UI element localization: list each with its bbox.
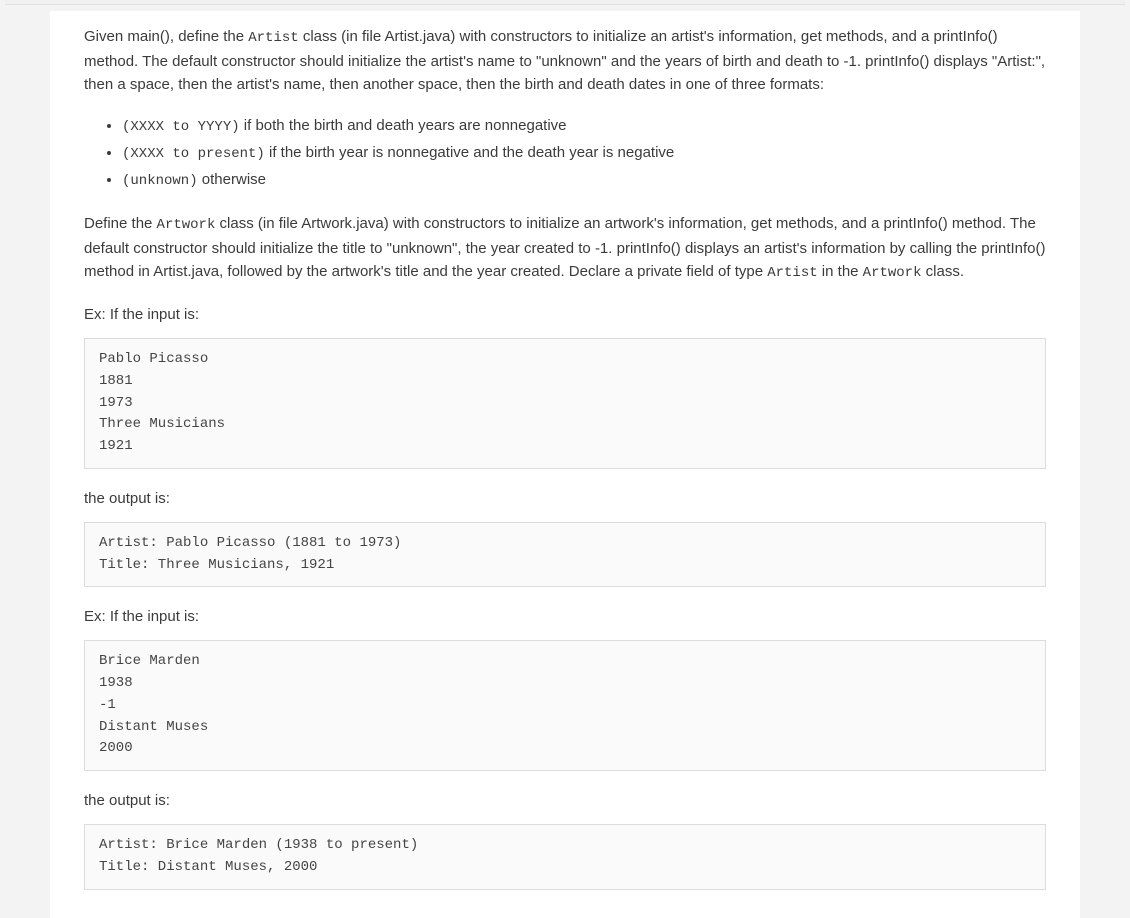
artwork-text-3: in the bbox=[818, 263, 863, 280]
artwork-text-1: Define the bbox=[84, 215, 157, 232]
format-code-3: (unknown) bbox=[122, 173, 198, 189]
example2-input-label: Ex: If the input is: bbox=[84, 605, 1046, 628]
code-artwork-class: Artwork bbox=[157, 217, 216, 233]
format-text-1: if both the birth and death years are no… bbox=[240, 117, 567, 134]
example1-input: Pablo Picasso 1881 1973 Three Musicians … bbox=[84, 338, 1046, 468]
format-list: (XXXX to YYYY) if both the birth and dea… bbox=[84, 114, 1046, 192]
format-code-1: (XXXX to YYYY) bbox=[122, 119, 240, 135]
example1-output-label: the output is: bbox=[84, 487, 1046, 510]
example2-output: Artist: Brice Marden (1938 to present) T… bbox=[84, 824, 1046, 889]
example2-input: Brice Marden 1938 -1 Distant Muses 2000 bbox=[84, 640, 1046, 770]
example1-input-label: Ex: If the input is: bbox=[84, 303, 1046, 326]
code-artwork-class-2: Artwork bbox=[863, 265, 922, 281]
intro-paragraph: Given main(), define the Artist class (i… bbox=[84, 25, 1046, 96]
format-list-item-2: (XXXX to present) if the birth year is n… bbox=[122, 141, 1046, 166]
code-artist-class: Artist bbox=[248, 30, 298, 46]
format-code-2: (XXXX to present) bbox=[122, 146, 265, 162]
code-artist-type: Artist bbox=[767, 265, 817, 281]
assignment-card: Given main(), define the Artist class (i… bbox=[50, 11, 1080, 918]
example2-output-label: the output is: bbox=[84, 789, 1046, 812]
intro-text-1: Given main(), define the bbox=[84, 28, 248, 45]
artwork-paragraph: Define the Artwork class (in file Artwor… bbox=[84, 212, 1046, 285]
format-list-item-3: (unknown) otherwise bbox=[122, 168, 1046, 193]
format-text-2: if the birth year is nonnegative and the… bbox=[265, 144, 674, 161]
artwork-text-4: class. bbox=[921, 263, 964, 280]
format-list-item-1: (XXXX to YYYY) if both the birth and dea… bbox=[122, 114, 1046, 139]
example1-output: Artist: Pablo Picasso (1881 to 1973) Tit… bbox=[84, 522, 1046, 587]
page-separator bbox=[5, 0, 1125, 5]
format-text-3: otherwise bbox=[198, 171, 266, 188]
